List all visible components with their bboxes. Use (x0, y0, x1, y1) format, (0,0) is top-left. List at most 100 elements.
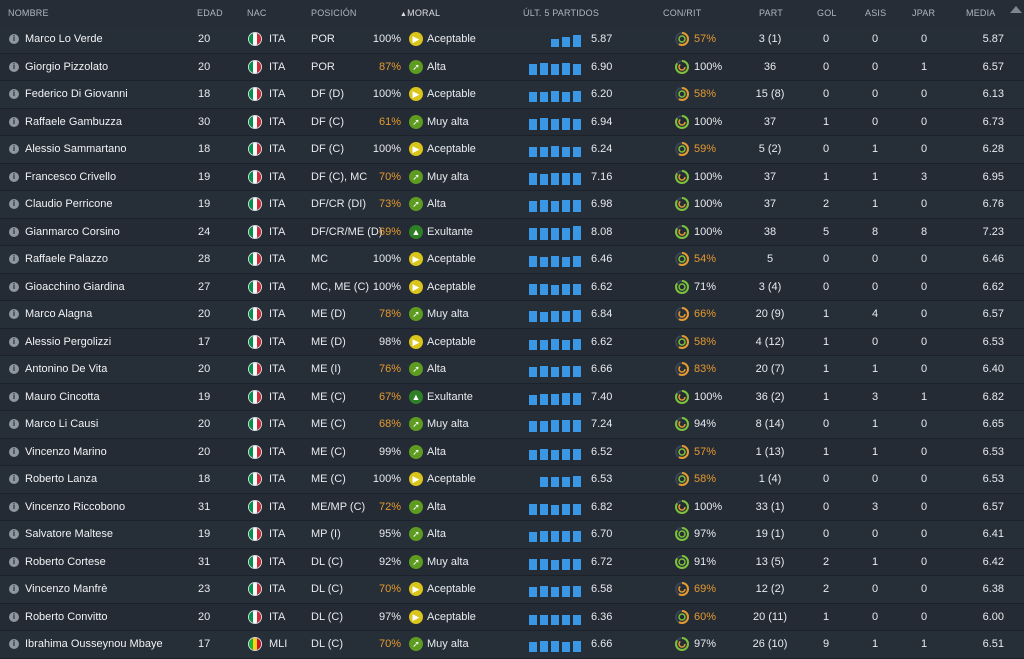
player-name[interactable]: Claudio Perricone (25, 191, 112, 218)
player-name[interactable]: Mauro Cincotta (25, 384, 100, 411)
form-bar (540, 227, 548, 240)
col-header-nombre[interactable]: NOMBRE (8, 0, 49, 26)
player-name[interactable]: Marco Lo Verde (25, 26, 103, 53)
avg-rating-value: 6.57 (982, 308, 1004, 320)
table-row[interactable]: i Vincenzo Manfrè 23 ITA DL (C) ▶ Aceptable 6.5… (0, 576, 1024, 604)
info-icon[interactable]: i (9, 584, 19, 594)
player-name[interactable]: Ibrahima Ousseynou Mbaye (25, 631, 163, 658)
info-icon[interactable]: i (9, 639, 19, 649)
table-row[interactable]: i Mauro Cincotta 19 ITA ME (C) ▲ Exultante 7.40… (0, 383, 1024, 411)
form-bar (551, 641, 559, 652)
form-value: 6.66 (591, 363, 613, 375)
table-row[interactable]: i Claudio Perricone 19 ITA DF/CR (DI) ➚ Alta 6.… (0, 191, 1024, 219)
table-row[interactable]: i Marco Lo Verde 20 ITA POR ▶ Aceptable 5.87 100… (0, 26, 1024, 54)
table-row[interactable]: i Raffaele Palazzo 28 ITA MC ▶ Aceptable 6.46 10… (0, 246, 1024, 274)
player-name[interactable]: Antonino De Vita (25, 356, 107, 383)
info-icon[interactable]: i (9, 34, 19, 44)
table-row[interactable]: i Vincenzo Marino 20 ITA ME (C) ➚ Alta 6.52 99% 5… (0, 438, 1024, 466)
col-header-jpar[interactable]: JPAR (912, 0, 935, 26)
info-icon[interactable]: i (9, 171, 19, 182)
info-icon[interactable]: i (9, 281, 19, 292)
info-icon[interactable]: i (9, 309, 19, 319)
info-icon[interactable]: i (9, 446, 19, 457)
pom-value: 0 (921, 253, 928, 265)
col-header-ult5[interactable]: ÚLT. 5 PARTIDOS (523, 0, 599, 26)
table-row[interactable]: i Francesco Crivello 19 ITA DF (C), MC ➚ Muy a… (0, 163, 1024, 191)
fitness-ring-icon (675, 362, 689, 376)
table-row[interactable]: i Gianmarco Corsino 24 ITA DF/CR/ME (D) ▲ Exul… (0, 218, 1024, 246)
table-row[interactable]: i Roberto Convitto 20 ITA DL (C) ▶ Aceptable 6.… (0, 603, 1024, 631)
form-bar (562, 558, 570, 570)
info-icon[interactable]: i (9, 61, 19, 72)
info-icon[interactable]: i (9, 226, 19, 237)
player-name[interactable]: Alessio Sammartano (25, 136, 127, 163)
table-row[interactable]: i Marco Alagna 20 ITA ME (D) ➚ Muy alta 6.84 78%… (0, 301, 1024, 329)
table-row[interactable]: i Vincenzo Riccobono 31 ITA ME/MP (C) ➚ Alta 6.… (0, 493, 1024, 521)
player-name[interactable]: Gioacchino Giardina (25, 274, 125, 301)
form-bar (540, 257, 548, 267)
table-row[interactable]: i Alessio Sammartano 18 ITA DF (C) ▶ Aceptable… (0, 136, 1024, 164)
table-row[interactable]: i Giorgio Pizzolato 20 ITA POR ➚ Alta 6.90 87% 10… (0, 53, 1024, 81)
player-name[interactable]: Federico Di Giovanni (25, 81, 128, 108)
col-header-gol[interactable]: GOL (817, 0, 837, 26)
goals-value: 2 (823, 583, 830, 595)
col-header-conrit[interactable]: CON/RIT (663, 0, 701, 26)
col-header-nac[interactable]: NAC (247, 0, 267, 26)
info-icon[interactable]: i (9, 611, 19, 622)
player-name[interactable]: Salvatore Maltese (25, 521, 113, 548)
col-header-media[interactable]: MEDIA (966, 0, 996, 26)
info-icon[interactable]: i (9, 556, 19, 567)
player-name[interactable]: Roberto Cortese (25, 549, 106, 576)
player-nationality: ITA (269, 88, 286, 100)
table-row[interactable]: i Marco Li Causi 20 ITA ME (C) ➚ Muy alta 7.24 6… (0, 411, 1024, 439)
table-row[interactable]: i Salvatore Maltese 19 ITA MP (I) ➚ Alta 6.70 95… (0, 521, 1024, 549)
table-row[interactable]: i Alessio Pergolizzi 17 ITA ME (D) ▶ Aceptable… (0, 328, 1024, 356)
italy-flag-icon (248, 114, 262, 129)
player-name[interactable]: Alessio Pergolizzi (25, 329, 111, 356)
player-name[interactable]: Marco Li Causi (25, 411, 98, 438)
fitness-ring-icon (675, 417, 689, 431)
italy-flag-icon (248, 252, 262, 266)
table-row[interactable]: i Gioacchino Giardina 27 ITA MC, ME (C) ▶ Acep… (0, 273, 1024, 301)
table-row[interactable]: i Antonino De Vita 20 ITA ME (I) ➚ Alta 6.66 76%… (0, 356, 1024, 384)
col-header-posicion[interactable]: POSICIÓN (311, 0, 357, 26)
player-name[interactable]: Roberto Lanza (25, 466, 97, 493)
info-icon[interactable]: i (9, 474, 19, 484)
player-name[interactable]: Francesco Crivello (25, 164, 116, 191)
table-row[interactable]: i Roberto Lanza 18 ITA ME (C) ▶ Aceptable 6.53 1… (0, 466, 1024, 494)
info-icon[interactable]: i (9, 199, 19, 209)
info-icon[interactable]: i (9, 501, 19, 512)
info-icon[interactable]: i (9, 116, 19, 127)
appearances-value: 37 (763, 170, 777, 183)
info-icon[interactable]: i (9, 254, 19, 264)
info-icon[interactable]: i (9, 144, 19, 154)
player-name[interactable]: Vincenzo Marino (25, 439, 107, 466)
player-morale: Aceptable (427, 88, 476, 100)
player-name[interactable]: Raffaele Gambuzza (25, 109, 122, 136)
form-bar (573, 420, 581, 432)
player-name[interactable]: Roberto Convitto (25, 604, 108, 631)
info-icon[interactable]: i (9, 529, 19, 539)
col-header-moral[interactable]: ▲MORAL (400, 0, 440, 26)
info-icon[interactable]: i (9, 336, 19, 347)
col-header-part[interactable]: PART (759, 0, 783, 26)
player-name[interactable]: Raffaele Palazzo (25, 246, 108, 273)
player-name[interactable]: Gianmarco Corsino (25, 219, 120, 246)
fitness-ring-icon (675, 197, 689, 211)
table-row[interactable]: i Federico Di Giovanni 18 ITA DF (D) ▶ Aceptab… (0, 81, 1024, 109)
player-name[interactable]: Giorgio Pizzolato (25, 54, 108, 81)
player-name[interactable]: Marco Alagna (25, 301, 92, 328)
form-bar (573, 147, 581, 157)
col-header-asis[interactable]: ASIS (865, 0, 886, 26)
info-icon[interactable]: i (9, 89, 19, 99)
table-row[interactable]: i Roberto Cortese 31 ITA DL (C) ➚ Muy alta 6.72… (0, 548, 1024, 576)
info-icon[interactable]: i (9, 364, 19, 374)
player-name[interactable]: Vincenzo Manfrè (25, 576, 107, 603)
player-name[interactable]: Vincenzo Riccobono (25, 494, 125, 521)
info-icon[interactable]: i (9, 419, 19, 429)
fitness-ring-icon (675, 279, 689, 294)
table-row[interactable]: i Raffaele Gambuzza 30 ITA DF (C) ➚ Muy alta 6.… (0, 108, 1024, 136)
info-icon[interactable]: i (9, 391, 19, 402)
col-header-edad[interactable]: EDAD (197, 0, 223, 26)
scroll-up-arrow-icon[interactable] (1010, 6, 1022, 13)
